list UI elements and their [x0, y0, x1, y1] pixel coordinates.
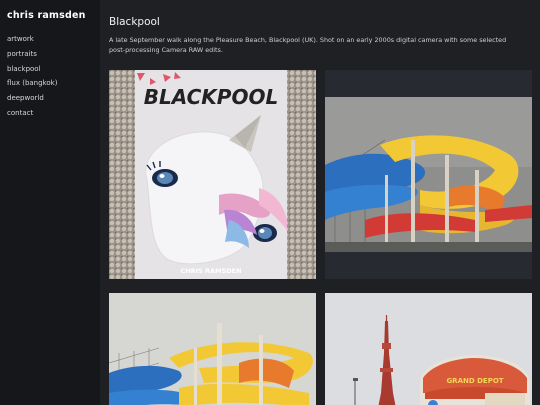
- photo-blackpool-tower[interactable]: GRAND DEPOT: [325, 293, 532, 405]
- photo-book-cover[interactable]: BLACKPOOL CHRIS RAMSDEN: [109, 70, 316, 279]
- waterslides-image-2: [109, 293, 316, 405]
- nav-item-blackpool[interactable]: blackpool: [7, 62, 93, 77]
- main-nav: artwork portraits blackpool flux (bangko…: [7, 32, 93, 121]
- waterslides-image-1: [325, 70, 532, 279]
- grand-depot-sign: GRAND DEPOT: [446, 377, 503, 385]
- nav-item-deepworld[interactable]: deepworld: [7, 91, 93, 106]
- book-cover-image: BLACKPOOL CHRIS RAMSDEN: [109, 70, 316, 279]
- photo-waterslides-1[interactable]: [325, 70, 532, 279]
- page-description: A late September walk along the Pleasure…: [109, 36, 507, 54]
- nav-item-contact[interactable]: contact: [7, 106, 93, 121]
- nav-item-portraits[interactable]: portraits: [7, 47, 93, 62]
- blackpool-tower-image: GRAND DEPOT: [325, 293, 532, 405]
- page-title: Blackpool: [109, 16, 160, 28]
- photo-waterslides-2[interactable]: [109, 293, 316, 405]
- book-cover-author: CHRIS RAMSDEN: [180, 267, 241, 275]
- sidebar: chris ramsden artwork portraits blackpoo…: [0, 0, 100, 405]
- nav-item-flux-bangkok[interactable]: flux (bangkok): [7, 76, 93, 91]
- site-title-link[interactable]: chris ramsden: [7, 10, 93, 21]
- book-cover-title: BLACKPOOL: [144, 85, 278, 109]
- nav-item-artwork[interactable]: artwork: [7, 32, 93, 47]
